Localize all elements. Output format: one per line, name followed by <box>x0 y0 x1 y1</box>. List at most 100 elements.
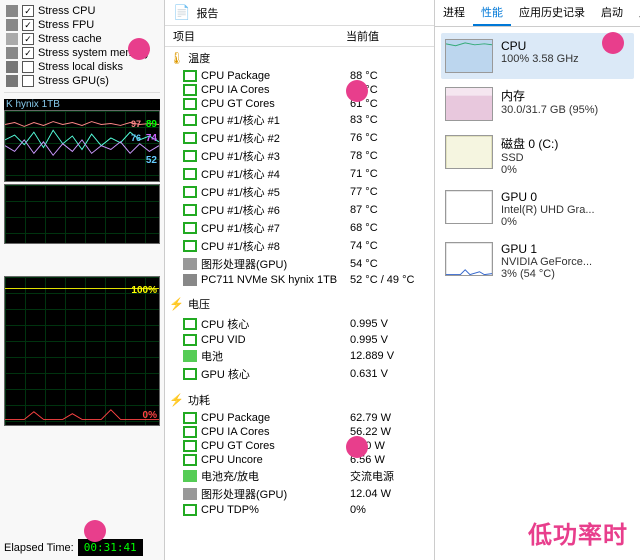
sensor-row[interactable]: CPU GT Cores61 °C <box>165 97 434 111</box>
section-header[interactable]: ⚡功耗 <box>165 389 434 411</box>
sensor-row[interactable]: CPU 核心0.995 V <box>165 315 434 333</box>
perf-card-gpu0[interactable]: GPU 0Intel(R) UHD Gra...0% <box>441 184 634 234</box>
sensor-row[interactable]: CPU #1/核心 #183 °C <box>165 111 434 129</box>
sensor-label: CPU #1/核心 #7 <box>201 220 350 236</box>
sensor-row[interactable]: CPU VID0.995 V <box>165 333 434 347</box>
sensor-row[interactable]: CPU #1/核心 #687 °C <box>165 201 434 219</box>
sensor-icon <box>183 70 197 82</box>
sensor-icon <box>183 114 197 126</box>
sensor-row[interactable]: CPU TDP%0% <box>165 503 434 517</box>
sensor-row[interactable]: CPU GT Cores0.00 W <box>165 439 434 453</box>
disk-icon <box>6 61 18 73</box>
stress-label: Stress GPU(s) <box>38 75 109 87</box>
sensor-icon <box>183 150 197 162</box>
sensor-row[interactable]: CPU Uncore6.56 W <box>165 453 434 467</box>
col-value[interactable]: 当前值 <box>346 28 426 44</box>
sensor-icon <box>183 168 197 180</box>
sensor-value: 54 °C <box>350 258 430 270</box>
sensor-icon <box>183 440 197 452</box>
sensor-label: CPU #1/核心 #5 <box>201 184 350 200</box>
sensor-label: CPU Uncore <box>201 454 350 466</box>
sensor-label: 图形处理器(GPU) <box>201 256 350 272</box>
sensor-row[interactable]: 图形处理器(GPU)54 °C <box>165 255 434 273</box>
sensor-row[interactable]: CPU #1/核心 #874 °C <box>165 237 434 255</box>
sensor-value: 12.889 V <box>350 350 430 362</box>
sensor-label: CPU #1/核心 #3 <box>201 148 350 164</box>
checkbox[interactable] <box>22 5 34 17</box>
tab-3[interactable]: 启动 <box>593 0 631 26</box>
sensor-row[interactable]: CPU #1/核心 #276 °C <box>165 129 434 147</box>
sensor-value: 76 °C <box>350 132 430 144</box>
fpu-icon <box>6 19 18 31</box>
stress-label: Stress cache <box>38 33 102 45</box>
sensor-row[interactable]: CPU IA Cores56.22 W <box>165 425 434 439</box>
sensor-label: CPU #1/核心 #4 <box>201 166 350 182</box>
sensor-row[interactable]: CPU #1/核心 #768 °C <box>165 219 434 237</box>
checkbox[interactable] <box>22 75 34 87</box>
sensor-label: CPU VID <box>201 334 350 346</box>
tab-1[interactable]: 性能 <box>473 0 511 26</box>
sensor-row[interactable]: 电池充/放电交流电源 <box>165 467 434 485</box>
sensor-row[interactable]: CPU Package62.79 W <box>165 411 434 425</box>
perf-line3: 3% (54 °C) <box>501 268 592 280</box>
sensor-row[interactable]: GPU 核心0.631 V <box>165 365 434 383</box>
tab-0[interactable]: 进程 <box>435 0 473 26</box>
sensor-row[interactable]: CPU #1/核心 #471 °C <box>165 165 434 183</box>
sensor-value: 0.995 V <box>350 318 430 330</box>
sensor-row[interactable]: 电池12.889 V <box>165 347 434 365</box>
perf-thumb <box>445 39 493 73</box>
tab-4[interactable]: 用 <box>631 0 640 26</box>
sensor-icon <box>183 504 197 516</box>
perf-line2: 30.0/31.7 GB (95%) <box>501 104 598 116</box>
sensor-label: 电池 <box>201 348 350 364</box>
tab-2[interactable]: 应用历史记录 <box>511 0 593 26</box>
tab-bar: 进程性能应用历史记录启动用 <box>435 0 640 27</box>
section-header[interactable]: ⚡电压 <box>165 293 434 315</box>
sensor-label: CPU #1/核心 #2 <box>201 130 350 146</box>
section-header[interactable]: 🌡温度 <box>165 47 434 69</box>
taskmgr-panel: 进程性能应用历史记录启动用 CPU100% 3.58 GHz内存30.0/31.… <box>435 0 640 560</box>
section-icon: 🌡 <box>169 51 184 65</box>
perf-card-gpu1[interactable]: GPU 1NVIDIA GeForce...3% (54 °C) <box>441 236 634 286</box>
sensor-icon <box>183 350 197 362</box>
sensor-icon <box>183 274 197 286</box>
checkbox[interactable] <box>22 61 34 73</box>
sensor-label: CPU GT Cores <box>201 98 350 110</box>
sensor-label: CPU #1/核心 #6 <box>201 202 350 218</box>
sensor-icon <box>183 204 197 216</box>
sensor-row[interactable]: CPU #1/核心 #577 °C <box>165 183 434 201</box>
aux-graph-1 <box>4 184 160 244</box>
perf-card-mem[interactable]: 内存30.0/31.7 GB (95%) <box>441 81 634 127</box>
sensor-row[interactable]: CPU #1/核心 #378 °C <box>165 147 434 165</box>
stress-label: Stress FPU <box>38 19 94 31</box>
sensor-icon <box>183 132 197 144</box>
sensor-icon <box>183 368 197 380</box>
sensor-row[interactable]: PC711 NVMe SK hynix 1TB52 °C / 49 °C <box>165 273 434 287</box>
stress-label: Stress local disks <box>38 61 123 73</box>
separator <box>4 92 160 93</box>
col-item[interactable]: 项目 <box>173 28 346 44</box>
checkbox[interactable] <box>22 19 34 31</box>
sensor-row[interactable]: 图形处理器(GPU)12.04 W <box>165 485 434 503</box>
sensor-icon <box>183 258 197 270</box>
sensor-label: CPU #1/核心 #8 <box>201 238 350 254</box>
usage-graph: 100% 0% <box>4 276 160 426</box>
stress-option: Stress GPU(s) <box>4 74 160 88</box>
sensor-icon <box>183 334 197 346</box>
sensor-icon <box>183 84 197 96</box>
sensor-row[interactable]: CPU Package88 °C <box>165 69 434 83</box>
elapsed-row: Elapsed Time: 00:31:41 <box>4 539 160 556</box>
perf-line3: 0% <box>501 164 558 176</box>
sensor-value: 52 °C / 49 °C <box>350 274 430 286</box>
stress-label: Stress CPU <box>38 5 95 17</box>
sensor-row[interactable]: CPU IA Cores88 °C <box>165 83 434 97</box>
sensor-value: 0.631 V <box>350 368 430 380</box>
sensor-value: 74 °C <box>350 240 430 252</box>
perf-card-disk[interactable]: 磁盘 0 (C:)SSD0% <box>441 129 634 182</box>
checkbox[interactable] <box>22 33 34 45</box>
sensor-icon <box>183 186 197 198</box>
checkbox[interactable] <box>22 47 34 59</box>
report-title: 报告 <box>196 5 218 21</box>
graph-val-extra2: 76 <box>131 133 141 143</box>
highlight-dot <box>84 520 106 542</box>
